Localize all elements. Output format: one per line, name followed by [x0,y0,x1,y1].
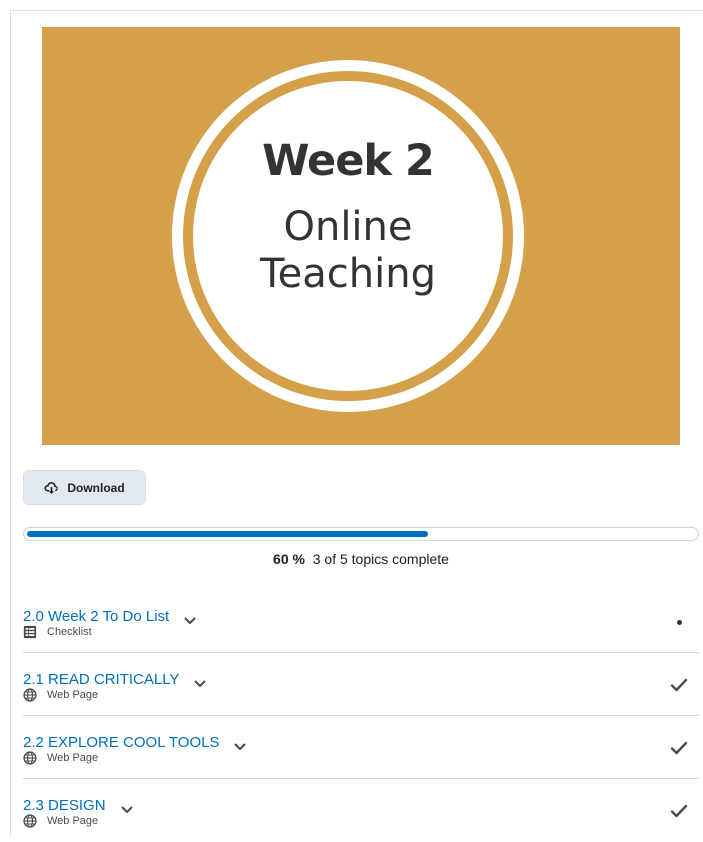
checkmark-icon [669,675,689,695]
progress-bar [23,527,699,541]
globe-icon [23,814,37,828]
topic-row: 2.2 EXPLORE COOL TOOLS Web Page [23,716,699,779]
progress-summary: 60 % 3 of 5 topics complete [23,551,699,567]
topic-type: Web Page [23,751,98,765]
topic-type: Web Page [23,688,98,702]
topic-row: 2.3 DESIGN Web Page [23,779,699,842]
banner-circle: Week 2 Online Teaching [172,60,524,412]
banner-subtitle: Online Teaching [260,204,436,297]
topic-link[interactable]: 2.3 DESIGN [23,797,106,814]
topic-row: 2.0 Week 2 To Do List Checklist [23,590,699,653]
topic-type-label: Web Page [47,689,99,701]
progress-percent: 60 % [273,551,305,567]
chevron-down-icon[interactable] [183,614,197,628]
cloud-download-icon [44,482,59,495]
topic-list: 2.0 Week 2 To Do List Checklist 2.1 READ C… [23,590,699,842]
topic-type: Checklist [23,625,92,639]
banner-title: Week 2 [262,136,435,186]
topic-link[interactable]: 2.1 READ CRITICALLY [23,671,179,688]
chevron-down-icon[interactable] [233,740,247,754]
globe-icon [23,688,37,702]
progress-bar-fill [27,531,428,537]
topic-type-label: Web Page [47,752,99,764]
checklist-icon [23,625,37,639]
topic-link[interactable]: 2.2 EXPLORE COOL TOOLS [23,734,219,751]
topic-type-label: Checklist [47,626,92,638]
week-banner-image: Week 2 Online Teaching [42,27,680,445]
chevron-down-icon[interactable] [120,803,134,817]
globe-icon [23,751,37,765]
topic-type: Web Page [23,814,98,828]
topic-link[interactable]: 2.0 Week 2 To Do List [23,608,169,625]
download-button-label: Download [67,480,125,495]
checkmark-icon [669,801,689,821]
download-button[interactable]: Download [23,470,146,505]
incomplete-dot-icon [669,612,689,632]
checkmark-icon [669,738,689,758]
topic-row: 2.1 READ CRITICALLY Web Page [23,653,699,716]
chevron-down-icon[interactable] [193,677,207,691]
topic-type-label: Web Page [47,815,99,827]
progress-count: 3 of 5 topics complete [312,551,449,567]
